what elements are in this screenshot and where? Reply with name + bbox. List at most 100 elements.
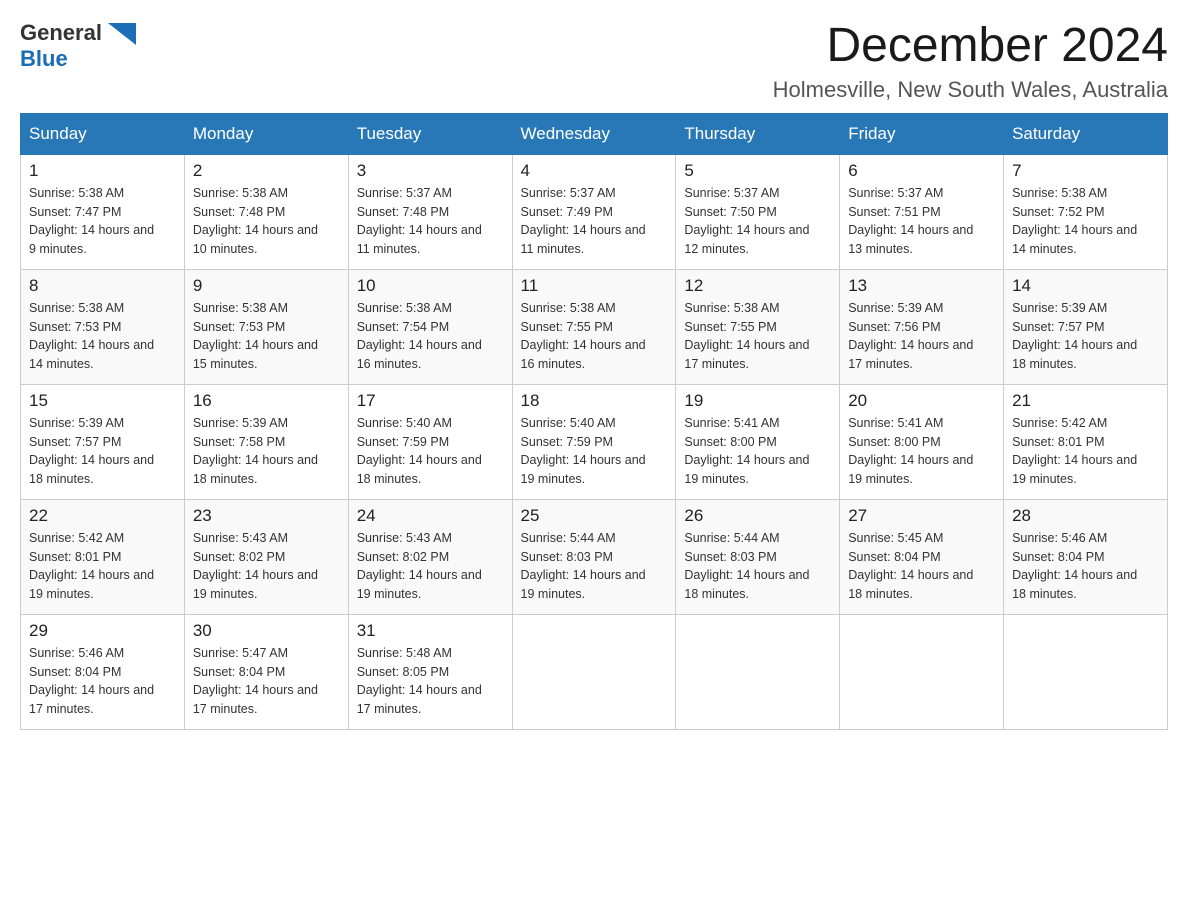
- table-row: 3 Sunrise: 5:37 AM Sunset: 7:48 PM Dayli…: [348, 154, 512, 269]
- day-info: Sunrise: 5:41 AM Sunset: 8:00 PM Dayligh…: [684, 414, 831, 489]
- logo-arrow-icon: [108, 23, 136, 45]
- day-number: 31: [357, 621, 504, 641]
- day-number: 2: [193, 161, 340, 181]
- day-info: Sunrise: 5:39 AM Sunset: 7:56 PM Dayligh…: [848, 299, 995, 374]
- table-row: 16 Sunrise: 5:39 AM Sunset: 7:58 PM Dayl…: [184, 384, 348, 499]
- day-info: Sunrise: 5:42 AM Sunset: 8:01 PM Dayligh…: [1012, 414, 1159, 489]
- month-title: December 2024: [773, 20, 1168, 73]
- day-info: Sunrise: 5:42 AM Sunset: 8:01 PM Dayligh…: [29, 529, 176, 604]
- header-monday: Monday: [184, 113, 348, 154]
- day-number: 1: [29, 161, 176, 181]
- day-number: 26: [684, 506, 831, 526]
- table-row: 7 Sunrise: 5:38 AM Sunset: 7:52 PM Dayli…: [1004, 154, 1168, 269]
- day-info: Sunrise: 5:44 AM Sunset: 8:03 PM Dayligh…: [684, 529, 831, 604]
- table-row: 24 Sunrise: 5:43 AM Sunset: 8:02 PM Dayl…: [348, 499, 512, 614]
- day-info: Sunrise: 5:45 AM Sunset: 8:04 PM Dayligh…: [848, 529, 995, 604]
- table-row: 22 Sunrise: 5:42 AM Sunset: 8:01 PM Dayl…: [21, 499, 185, 614]
- calendar-week-row: 29 Sunrise: 5:46 AM Sunset: 8:04 PM Dayl…: [21, 614, 1168, 729]
- day-number: 15: [29, 391, 176, 411]
- day-info: Sunrise: 5:40 AM Sunset: 7:59 PM Dayligh…: [357, 414, 504, 489]
- day-info: Sunrise: 5:47 AM Sunset: 8:04 PM Dayligh…: [193, 644, 340, 719]
- table-row: 12 Sunrise: 5:38 AM Sunset: 7:55 PM Dayl…: [676, 269, 840, 384]
- day-info: Sunrise: 5:41 AM Sunset: 8:00 PM Dayligh…: [848, 414, 995, 489]
- header-wednesday: Wednesday: [512, 113, 676, 154]
- day-info: Sunrise: 5:37 AM Sunset: 7:51 PM Dayligh…: [848, 184, 995, 259]
- table-row: 14 Sunrise: 5:39 AM Sunset: 7:57 PM Dayl…: [1004, 269, 1168, 384]
- day-number: 28: [1012, 506, 1159, 526]
- table-row: [1004, 614, 1168, 729]
- day-number: 17: [357, 391, 504, 411]
- day-info: Sunrise: 5:38 AM Sunset: 7:52 PM Dayligh…: [1012, 184, 1159, 259]
- day-info: Sunrise: 5:44 AM Sunset: 8:03 PM Dayligh…: [521, 529, 668, 604]
- day-number: 20: [848, 391, 995, 411]
- day-number: 21: [1012, 391, 1159, 411]
- day-number: 12: [684, 276, 831, 296]
- day-info: Sunrise: 5:38 AM Sunset: 7:55 PM Dayligh…: [684, 299, 831, 374]
- table-row: 4 Sunrise: 5:37 AM Sunset: 7:49 PM Dayli…: [512, 154, 676, 269]
- day-number: 7: [1012, 161, 1159, 181]
- table-row: 15 Sunrise: 5:39 AM Sunset: 7:57 PM Dayl…: [21, 384, 185, 499]
- table-row: 21 Sunrise: 5:42 AM Sunset: 8:01 PM Dayl…: [1004, 384, 1168, 499]
- day-info: Sunrise: 5:38 AM Sunset: 7:47 PM Dayligh…: [29, 184, 176, 259]
- day-info: Sunrise: 5:43 AM Sunset: 8:02 PM Dayligh…: [193, 529, 340, 604]
- table-row: 2 Sunrise: 5:38 AM Sunset: 7:48 PM Dayli…: [184, 154, 348, 269]
- calendar-week-row: 22 Sunrise: 5:42 AM Sunset: 8:01 PM Dayl…: [21, 499, 1168, 614]
- table-row: [676, 614, 840, 729]
- table-row: 30 Sunrise: 5:47 AM Sunset: 8:04 PM Dayl…: [184, 614, 348, 729]
- day-info: Sunrise: 5:38 AM Sunset: 7:55 PM Dayligh…: [521, 299, 668, 374]
- day-number: 8: [29, 276, 176, 296]
- day-number: 22: [29, 506, 176, 526]
- day-number: 18: [521, 391, 668, 411]
- header-saturday: Saturday: [1004, 113, 1168, 154]
- page-header: General Blue December 2024 Holmesville, …: [20, 20, 1168, 103]
- header-sunday: Sunday: [21, 113, 185, 154]
- day-number: 10: [357, 276, 504, 296]
- day-info: Sunrise: 5:38 AM Sunset: 7:53 PM Dayligh…: [29, 299, 176, 374]
- table-row: 11 Sunrise: 5:38 AM Sunset: 7:55 PM Dayl…: [512, 269, 676, 384]
- day-number: 16: [193, 391, 340, 411]
- logo: General Blue: [20, 20, 136, 72]
- day-number: 4: [521, 161, 668, 181]
- table-row: [840, 614, 1004, 729]
- header-friday: Friday: [840, 113, 1004, 154]
- table-row: 8 Sunrise: 5:38 AM Sunset: 7:53 PM Dayli…: [21, 269, 185, 384]
- table-row: 25 Sunrise: 5:44 AM Sunset: 8:03 PM Dayl…: [512, 499, 676, 614]
- day-info: Sunrise: 5:38 AM Sunset: 7:54 PM Dayligh…: [357, 299, 504, 374]
- day-number: 30: [193, 621, 340, 641]
- title-block: December 2024 Holmesville, New South Wal…: [773, 20, 1168, 103]
- day-number: 13: [848, 276, 995, 296]
- header-tuesday: Tuesday: [348, 113, 512, 154]
- table-row: 18 Sunrise: 5:40 AM Sunset: 7:59 PM Dayl…: [512, 384, 676, 499]
- table-row: 9 Sunrise: 5:38 AM Sunset: 7:53 PM Dayli…: [184, 269, 348, 384]
- day-info: Sunrise: 5:37 AM Sunset: 7:50 PM Dayligh…: [684, 184, 831, 259]
- table-row: 29 Sunrise: 5:46 AM Sunset: 8:04 PM Dayl…: [21, 614, 185, 729]
- calendar-table: Sunday Monday Tuesday Wednesday Thursday…: [20, 113, 1168, 730]
- table-row: 19 Sunrise: 5:41 AM Sunset: 8:00 PM Dayl…: [676, 384, 840, 499]
- table-row: 26 Sunrise: 5:44 AM Sunset: 8:03 PM Dayl…: [676, 499, 840, 614]
- day-number: 14: [1012, 276, 1159, 296]
- location-title: Holmesville, New South Wales, Australia: [773, 77, 1168, 103]
- table-row: 28 Sunrise: 5:46 AM Sunset: 8:04 PM Dayl…: [1004, 499, 1168, 614]
- table-row: 6 Sunrise: 5:37 AM Sunset: 7:51 PM Dayli…: [840, 154, 1004, 269]
- day-info: Sunrise: 5:46 AM Sunset: 8:04 PM Dayligh…: [29, 644, 176, 719]
- logo-text: General: [20, 20, 136, 45]
- day-number: 11: [521, 276, 668, 296]
- day-number: 19: [684, 391, 831, 411]
- day-info: Sunrise: 5:48 AM Sunset: 8:05 PM Dayligh…: [357, 644, 504, 719]
- day-info: Sunrise: 5:38 AM Sunset: 7:53 PM Dayligh…: [193, 299, 340, 374]
- day-info: Sunrise: 5:37 AM Sunset: 7:48 PM Dayligh…: [357, 184, 504, 259]
- day-info: Sunrise: 5:38 AM Sunset: 7:48 PM Dayligh…: [193, 184, 340, 259]
- calendar-week-row: 15 Sunrise: 5:39 AM Sunset: 7:57 PM Dayl…: [21, 384, 1168, 499]
- day-info: Sunrise: 5:39 AM Sunset: 7:57 PM Dayligh…: [29, 414, 176, 489]
- calendar-week-row: 1 Sunrise: 5:38 AM Sunset: 7:47 PM Dayli…: [21, 154, 1168, 269]
- header-thursday: Thursday: [676, 113, 840, 154]
- day-number: 5: [684, 161, 831, 181]
- calendar-week-row: 8 Sunrise: 5:38 AM Sunset: 7:53 PM Dayli…: [21, 269, 1168, 384]
- day-info: Sunrise: 5:39 AM Sunset: 7:57 PM Dayligh…: [1012, 299, 1159, 374]
- table-row: 1 Sunrise: 5:38 AM Sunset: 7:47 PM Dayli…: [21, 154, 185, 269]
- day-number: 3: [357, 161, 504, 181]
- table-row: 5 Sunrise: 5:37 AM Sunset: 7:50 PM Dayli…: [676, 154, 840, 269]
- day-number: 27: [848, 506, 995, 526]
- table-row: 31 Sunrise: 5:48 AM Sunset: 8:05 PM Dayl…: [348, 614, 512, 729]
- calendar-header-row: Sunday Monday Tuesday Wednesday Thursday…: [21, 113, 1168, 154]
